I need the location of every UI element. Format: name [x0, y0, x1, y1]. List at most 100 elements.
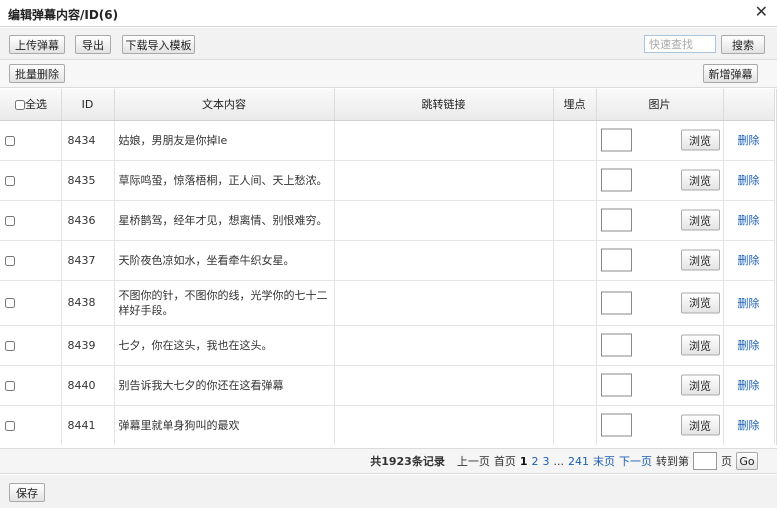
row-link [334, 200, 554, 241]
row-id: 8436 [61, 200, 115, 241]
row-select-cell [0, 405, 62, 445]
go-button[interactable]: Go [736, 452, 758, 470]
row-checkbox[interactable] [5, 298, 15, 308]
image-preview [600, 248, 632, 272]
row-checkbox[interactable] [5, 420, 15, 431]
save-button[interactable]: 保存 [9, 483, 45, 502]
page-3-link[interactable]: 3 [543, 455, 550, 468]
delete-link[interactable]: 删除 [738, 419, 760, 432]
row-checkbox[interactable] [5, 135, 15, 146]
row-image-cell: 浏览 [596, 405, 724, 445]
browse-button[interactable]: 浏览 [680, 169, 720, 191]
row-point [553, 240, 597, 281]
row-point [553, 280, 597, 326]
first-page-link[interactable]: 首页 [494, 453, 516, 469]
row-point [553, 200, 597, 241]
row-select-cell [0, 325, 62, 366]
select-all-checkbox[interactable] [15, 100, 25, 111]
page-241-link[interactable]: 241 [568, 455, 589, 468]
delete-link[interactable]: 删除 [738, 174, 760, 187]
row-checkbox[interactable] [5, 215, 15, 226]
table-row: 8439 七夕，你在这头，我也在这头。 浏览 删除 [0, 325, 775, 366]
image-preview [600, 413, 632, 437]
browse-button[interactable]: 浏览 [680, 249, 720, 271]
row-action-cell: 删除 [723, 405, 775, 445]
row-text: 七夕，你在这头，我也在这头。 [114, 325, 335, 366]
id-header: ID [61, 89, 115, 121]
row-checkbox[interactable] [5, 175, 15, 186]
browse-button[interactable]: 浏览 [680, 374, 720, 396]
batch-delete-button[interactable]: 批量删除 [9, 64, 65, 83]
row-link [334, 325, 554, 366]
close-icon[interactable]: ✕ [755, 3, 768, 21]
row-checkbox[interactable] [5, 255, 15, 266]
image-header: 图片 [596, 89, 724, 121]
delete-link[interactable]: 删除 [738, 134, 760, 147]
row-text: 弹幕里就单身狗叫的最欢 [114, 405, 335, 445]
row-id: 8440 [61, 365, 115, 406]
row-link [334, 240, 554, 281]
prev-page-link[interactable]: 上一页 [457, 453, 490, 469]
upload-button[interactable]: 上传弹幕 [9, 35, 65, 54]
page-ellipsis: ... [553, 454, 565, 468]
table-row: 8438 不图你的针，不图你的线，光学你的七十二样好手段。 浏览 删除 [0, 280, 775, 326]
download-template-button[interactable]: 下载导入模板 [122, 35, 195, 54]
image-preview [600, 128, 632, 152]
row-id: 8437 [61, 240, 115, 281]
delete-link[interactable]: 删除 [738, 297, 760, 310]
action-header [723, 89, 775, 121]
delete-link[interactable]: 删除 [738, 339, 760, 352]
row-action-cell: 删除 [723, 120, 775, 161]
last-page-link[interactable]: 末页 [593, 453, 615, 469]
row-id: 8439 [61, 325, 115, 366]
browse-button[interactable]: 浏览 [680, 292, 720, 313]
image-preview [600, 333, 632, 357]
row-text: 草际鸣蛩，惊落梧桐，正人间、天上愁浓。 [114, 160, 335, 201]
row-image-cell: 浏览 [596, 280, 724, 326]
row-select-cell [0, 280, 62, 326]
image-preview [600, 291, 632, 314]
row-image-cell: 浏览 [596, 120, 724, 161]
row-id: 8434 [61, 120, 115, 161]
row-action-cell: 删除 [723, 280, 775, 326]
row-link [334, 405, 554, 445]
select-all-header: 全选 [0, 89, 62, 121]
delete-link[interactable]: 删除 [738, 254, 760, 267]
table-row: 8440 别告诉我大七夕的你还在这看弹幕 浏览 删除 [0, 365, 775, 406]
page-2-link[interactable]: 2 [532, 455, 539, 468]
goto-page-input[interactable] [693, 452, 717, 470]
row-image-cell: 浏览 [596, 200, 724, 241]
dialog-title: 编辑弹幕内容/ID(6) [8, 8, 119, 22]
table-row: 8436 星桥鹊驾，经年才见，想离情、别恨难穷。 浏览 删除 [0, 200, 775, 241]
main-toolbar: 上传弹幕 导出 下载导入模板 搜索 [0, 28, 777, 60]
row-text: 不图你的针，不图你的线，光学你的七十二样好手段。 [114, 280, 335, 326]
row-point [553, 405, 597, 445]
text-header: 文本内容 [114, 89, 335, 121]
browse-button[interactable]: 浏览 [680, 414, 720, 436]
table-row: 8435 草际鸣蛩，惊落梧桐，正人间、天上愁浓。 浏览 删除 [0, 160, 775, 201]
row-action-cell: 删除 [723, 160, 775, 201]
browse-button[interactable]: 浏览 [680, 334, 720, 356]
row-select-cell [0, 160, 62, 201]
table-row: 8441 弹幕里就单身狗叫的最欢 浏览 删除 [0, 405, 775, 445]
row-checkbox[interactable] [5, 380, 15, 391]
row-image-cell: 浏览 [596, 365, 724, 406]
page-unit-label: 页 [721, 455, 732, 468]
delete-link[interactable]: 删除 [738, 379, 760, 392]
export-button[interactable]: 导出 [75, 35, 111, 54]
add-danmaku-button[interactable]: 新增弹幕 [703, 64, 758, 83]
next-page-link[interactable]: 下一页 [619, 453, 652, 469]
search-button[interactable]: 搜索 [721, 35, 765, 54]
dialog-titlebar: 编辑弹幕内容/ID(6) ✕ [0, 0, 777, 27]
image-preview [600, 208, 632, 232]
row-select-cell [0, 200, 62, 241]
search-input[interactable] [644, 35, 716, 53]
browse-button[interactable]: 浏览 [680, 209, 720, 231]
row-link [334, 365, 554, 406]
table-header-row: 全选 ID 文本内容 跳转链接 埋点 图片 [0, 89, 775, 121]
delete-link[interactable]: 删除 [738, 214, 760, 227]
row-link [334, 120, 554, 161]
row-checkbox[interactable] [5, 340, 15, 351]
browse-button[interactable]: 浏览 [680, 129, 720, 151]
image-preview [600, 168, 632, 192]
